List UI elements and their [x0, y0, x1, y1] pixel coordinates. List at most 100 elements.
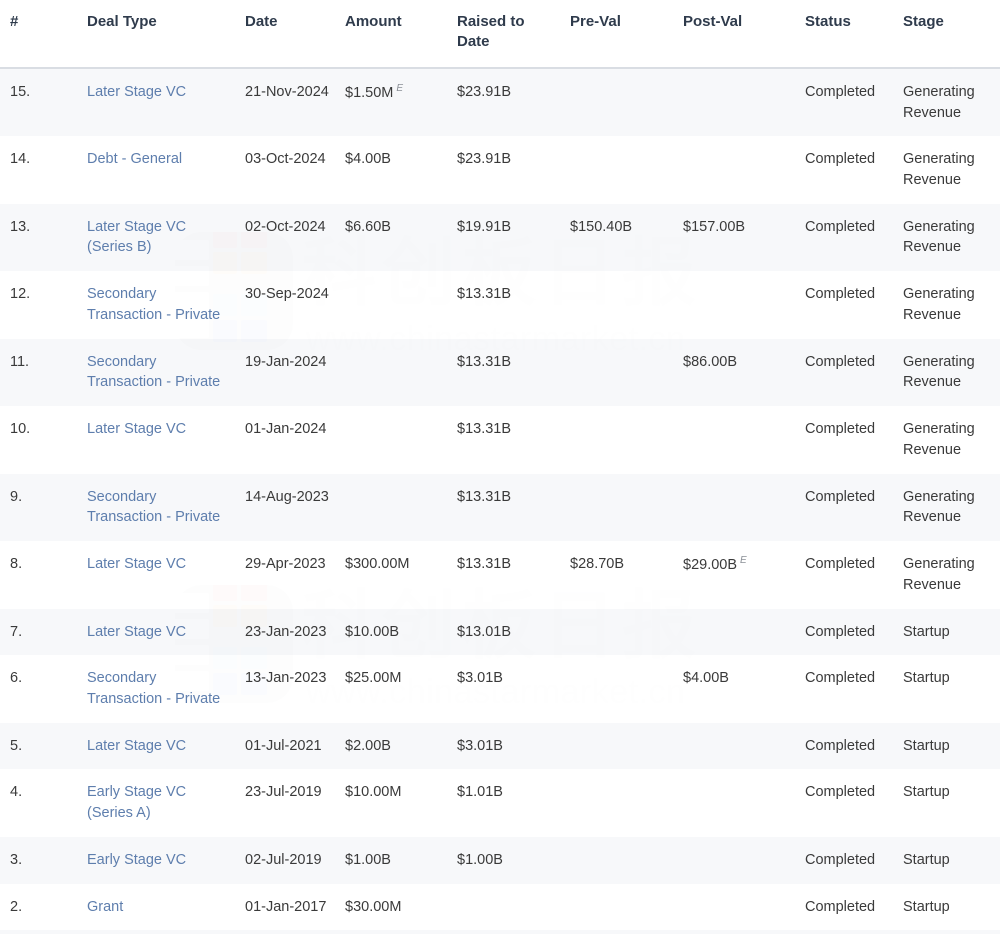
- cell-deal-type[interactable]: Later Stage VC: [87, 609, 245, 656]
- cell-deal-type[interactable]: Later Stage VC: [87, 541, 245, 608]
- deal-type-link[interactable]: Early Stage VC (Series A): [87, 784, 186, 821]
- cell-pre-val: [570, 769, 683, 836]
- cell-raised-to-date: $13.31B: [457, 286, 512, 303]
- column-header-pre-val[interactable]: Pre-Val: [570, 0, 683, 69]
- table-row[interactable]: 8. Later Stage VC 29-Apr-2023 $300.00M $13.3…: [0, 541, 1000, 609]
- cell-row-number: 3.: [10, 851, 23, 868]
- cell-deal-type[interactable]: Grant: [87, 930, 245, 934]
- deal-type-link[interactable]: Later Stage VC: [87, 556, 186, 572]
- deal-type-link[interactable]: Grant: [87, 899, 123, 915]
- table-row[interactable]: 2. Grant 01-Jan-2017 $30.00M Completed Startu…: [0, 883, 1000, 931]
- cell-raised-to-date: [457, 930, 570, 934]
- cell-deal-type[interactable]: Debt - General: [87, 136, 245, 203]
- table-row[interactable]: 10. Later Stage VC 01-Jan-2024 $13.31B Compl…: [0, 406, 1000, 474]
- table-row[interactable]: 15. Later Stage VC 21-Nov-2024 $1.50M E $23.9…: [0, 67, 1000, 137]
- cell-row-number: 8.: [10, 556, 23, 573]
- cell-deal-type[interactable]: Secondary Transaction - Private: [87, 339, 245, 406]
- column-header-post-val[interactable]: Post-Val: [683, 0, 805, 69]
- amount-value: $2.00B: [345, 737, 391, 754]
- cell-post-val: [683, 837, 805, 884]
- cell-date: 23-Jan-2023: [245, 623, 327, 640]
- table-row[interactable]: 6. Secondary Transaction - Private 13-Jan-…: [0, 655, 1000, 723]
- table-row[interactable]: 3. Early Stage VC 02-Jul-2019 $1.00B $1.00B C…: [0, 836, 1000, 884]
- deal-type-link[interactable]: Debt - General: [87, 151, 182, 167]
- cell-post-val: [683, 136, 805, 203]
- cell-stage: Generating Revenue: [903, 218, 975, 256]
- cell-date: 11-Dec-2015: [245, 930, 345, 934]
- cell-pre-val: [570, 837, 683, 884]
- cell-deal-type[interactable]: Later Stage VC: [87, 723, 245, 770]
- cell-pre-val: [570, 930, 683, 934]
- table-row[interactable]: 7. Later Stage VC 23-Jan-2023 $10.00B $13.01…: [0, 608, 1000, 656]
- post-val-value: $29.00B: [683, 556, 738, 573]
- cell-pre-val: [570, 136, 683, 203]
- cell-deal-type[interactable]: Later Stage VC: [87, 68, 245, 136]
- deal-type-link[interactable]: Secondary Transaction - Private: [87, 489, 220, 526]
- amount-value: $25.00M: [345, 670, 402, 687]
- deal-type-link[interactable]: Secondary Transaction - Private: [87, 286, 220, 323]
- column-header-deal-type[interactable]: Deal Type: [87, 0, 245, 69]
- column-header-num[interactable]: #: [0, 0, 87, 69]
- cell-deal-type[interactable]: Early Stage VC: [87, 837, 245, 884]
- deal-type-link[interactable]: Later Stage VC: [87, 624, 186, 640]
- cell-date: 01-Jan-2024: [245, 421, 327, 438]
- deal-type-link[interactable]: Later Stage VC: [87, 421, 186, 437]
- cell-amount: $4.00B: [345, 136, 457, 203]
- deal-type-link[interactable]: Early Stage VC: [87, 852, 186, 868]
- cell-deal-type[interactable]: Secondary Transaction - Private: [87, 655, 245, 722]
- cell-status: Completed: [805, 851, 876, 868]
- deal-type-link[interactable]: Later Stage VC: [87, 738, 186, 754]
- cell-stage: Startup: [903, 737, 950, 754]
- cell-deal-type[interactable]: Later Stage VC (Series B): [87, 204, 245, 271]
- cell-date: 03-Oct-2024: [245, 151, 326, 168]
- deal-type-link[interactable]: Secondary Transaction - Private: [87, 354, 220, 391]
- cell-raised-to-date: $13.31B: [457, 556, 512, 573]
- deal-type-link[interactable]: Secondary Transaction - Private: [87, 670, 220, 707]
- cell-status: Completed: [805, 670, 876, 687]
- cell-raised-to-date: $13.01B: [457, 623, 512, 640]
- cell-date: 02-Oct-2024: [245, 218, 326, 235]
- cell-deal-type[interactable]: Grant: [87, 884, 245, 931]
- cell-amount: $300.00M: [345, 541, 457, 608]
- deal-type-link[interactable]: Later Stage VC (Series B): [87, 219, 186, 256]
- cell-stage: Generating Revenue: [903, 488, 975, 526]
- column-header-amount[interactable]: Amount: [345, 0, 457, 69]
- deal-type-link[interactable]: Later Stage VC: [87, 84, 186, 100]
- column-header-raised-to-date[interactable]: Raised to Date: [457, 0, 570, 69]
- column-header-status[interactable]: Status: [805, 0, 903, 69]
- cell-deal-type[interactable]: Early Stage VC (Series A): [87, 769, 245, 836]
- cell-amount: $1.00B: [345, 837, 457, 884]
- cell-date: 29-Apr-2023: [245, 556, 326, 573]
- cell-pre-val: [570, 474, 683, 541]
- table-row[interactable]: 14. Debt - General 03-Oct-2024 $4.00B $23.91…: [0, 136, 1000, 204]
- cell-date: 01-Jan-2017: [245, 898, 327, 915]
- amount-value: $30.00M: [345, 898, 402, 915]
- cell-deal-type[interactable]: Secondary Transaction - Private: [87, 271, 245, 338]
- cell-amount: $10.00B: [345, 609, 457, 656]
- cell-status: Completed: [805, 488, 876, 505]
- cell-deal-type[interactable]: Secondary Transaction - Private: [87, 474, 245, 541]
- cell-pre-val: [570, 723, 683, 770]
- table-row[interactable]: 13. Later Stage VC (Series B) 02-Oct-2024 $…: [0, 203, 1000, 272]
- table-row[interactable]: 5. Later Stage VC 01-Jul-2021 $2.00B $3.01B C…: [0, 722, 1000, 770]
- cell-status: Completed: [805, 784, 876, 801]
- column-header-date[interactable]: Date: [245, 0, 345, 69]
- table-row[interactable]: 9. Secondary Transaction - Private 14-Aug-…: [0, 473, 1000, 542]
- cell-stage: Startup: [903, 784, 950, 801]
- cell-stage: Generating Revenue: [903, 151, 975, 188]
- cell-row-number: 7.: [10, 623, 23, 640]
- cell-deal-type[interactable]: Later Stage VC: [87, 406, 245, 473]
- cell-post-val: [683, 723, 805, 770]
- post-val-value: $157.00B: [683, 218, 746, 235]
- cell-raised-to-date: $23.91B: [457, 83, 512, 100]
- cell-amount: $25.00M: [345, 655, 457, 722]
- cell-status: Completed: [805, 737, 876, 754]
- cell-pre-val: [570, 339, 683, 406]
- table-row[interactable]: 12. Secondary Transaction - Private 30-Sep…: [0, 271, 1000, 339]
- column-header-stage[interactable]: Stage: [903, 0, 1000, 69]
- table-row[interactable]: 4. Early Stage VC (Series A) 23-Jul-2019 $1…: [0, 769, 1000, 837]
- table-row[interactable]: 11. Secondary Transaction - Private 19-Jan…: [0, 338, 1000, 407]
- cell-amount: $1.00B: [345, 930, 457, 934]
- cell-status: Completed: [805, 898, 876, 915]
- table-row[interactable]: 1.Grant11-Dec-2015$1.00B CompletedStartup: [0, 930, 1000, 934]
